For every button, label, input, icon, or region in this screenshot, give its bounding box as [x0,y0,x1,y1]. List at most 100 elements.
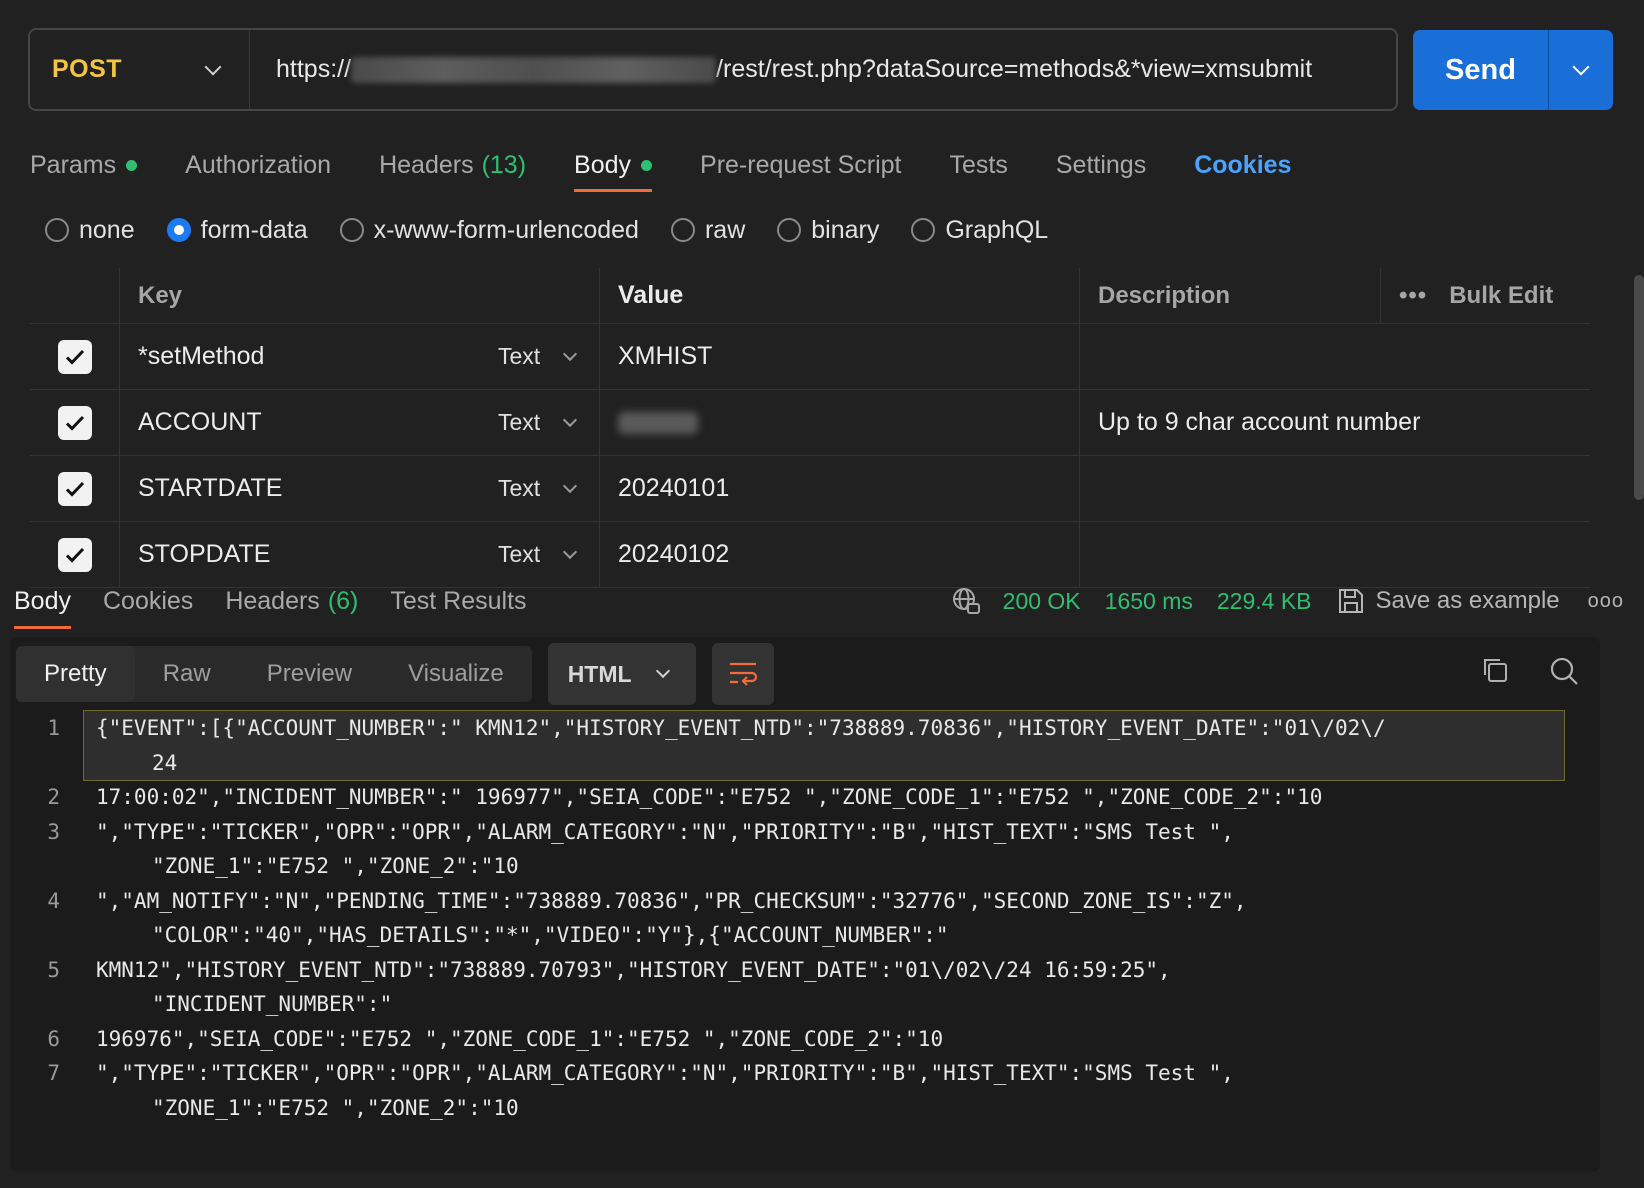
cookies-link[interactable]: Cookies [1194,140,1291,190]
response-code[interactable]: 1 {"EVENT":[{"ACCOUNT_NUMBER":" KMN12","H… [10,710,1600,1125]
code-line: 1 {"EVENT":[{"ACCOUNT_NUMBER":" KMN12","H… [10,710,1600,781]
tab-authorization[interactable]: Authorization [185,140,331,190]
save-icon[interactable] [1336,586,1366,616]
tab-headers[interactable]: Headers (13) [379,140,526,190]
description-cell[interactable]: Up to 9 char account number [1080,390,1590,455]
value-cell[interactable] [600,390,1080,455]
type-label: Text [498,409,541,435]
more-icon[interactable]: ooo [1588,590,1624,613]
tab-settings-label: Settings [1055,150,1147,179]
radio-form-data[interactable]: form-data [166,216,308,245]
type-select[interactable]: Text [480,456,600,521]
more-icon[interactable]: ••• [1399,282,1427,310]
code-line: 6 196976","SEIA_CODE":"E752 ","ZONE_CODE_… [10,1022,1600,1057]
key-cell[interactable]: ACCOUNT [120,390,480,455]
response-time[interactable]: 1650 ms [1105,588,1193,615]
radio-binary[interactable]: binary [777,216,879,245]
key-cell[interactable]: STARTDATE [120,456,480,521]
params-scrollbar[interactable] [1634,275,1644,500]
response-size[interactable]: 229.4 KB [1217,588,1312,615]
line-text: ","TYPE":"TICKER","OPR":"OPR","ALARM_CAT… [84,1056,1564,1125]
code-line: 7 ","TYPE":"TICKER","OPR":"OPR","ALARM_CA… [10,1056,1600,1125]
line-text: 17:00:02","INCIDENT_NUMBER":" 196977","S… [84,780,1564,815]
resp-tab-test-results[interactable]: Test Results [390,575,526,627]
globe-icon[interactable] [951,586,981,616]
column-header-value: Value [600,268,1080,323]
value-cell[interactable]: XMHIST [600,324,1080,389]
tab-prerequest-script[interactable]: Pre-request Script [700,140,901,190]
line-text-wrap: "ZONE_1":"E752 ","ZONE_2":"10 [152,1095,519,1120]
view-visualize[interactable]: Visualize [380,646,532,702]
tab-tests-label: Tests [949,150,1008,179]
line-number: 5 [47,957,60,982]
radio-circle [339,218,364,242]
resp-tab-cookies[interactable]: Cookies [103,575,193,627]
radio-urlencoded[interactable]: x-www-form-urlencoded [339,216,639,245]
radio-circle [777,218,802,242]
description-cell[interactable] [1080,324,1590,389]
copy-icon[interactable] [1480,655,1510,692]
key-cell[interactable]: *setMethod [120,324,480,389]
method-select[interactable]: POST [30,30,250,109]
row-checkbox-cell [30,456,120,521]
value-cell[interactable]: 20240101 [600,456,1080,521]
row-checkbox-cell [30,390,120,455]
radio-raw-label: raw [704,215,746,244]
line-text-main: 17:00:02","INCIDENT_NUMBER":" 196977","S… [96,785,1323,809]
bulk-edit-button[interactable]: Bulk Edit [1449,282,1553,310]
line-number: 2 [47,785,60,809]
line-text-main: 196976","SEIA_CODE":"E752 ","ZONE_CODE_1… [96,1026,944,1051]
type-select[interactable]: Text [480,390,600,455]
request-tabs: Params Authorization Headers (13) Body Pr… [30,140,1604,192]
checkbox-icon[interactable] [57,537,92,572]
send-button[interactable]: Send [1413,30,1549,110]
wrap-icon [729,662,757,686]
search-icon[interactable] [1548,655,1580,692]
table-header-row: Key Value Description ••• Bulk Edit [30,268,1590,324]
chevron-down-icon [1572,58,1590,76]
line-text-main: ","TYPE":"TICKER","OPR":"OPR","ALARM_CAT… [96,1061,1234,1085]
view-pretty[interactable]: Pretty [16,646,135,702]
checkbox-icon[interactable] [57,471,92,506]
tab-body[interactable]: Body [574,140,653,192]
table-row: *setMethod Text XMHIST [30,324,1590,390]
radio-circle-selected [166,218,191,242]
tab-params[interactable]: Params [30,140,138,190]
save-as-example-button[interactable]: Save as example [1376,587,1560,615]
send-options-button[interactable] [1549,58,1613,76]
code-line: 4 ","AM_NOTIFY":"N","PENDING_TIME":"73888… [10,884,1600,953]
tab-body-label: Body [574,150,632,179]
tab-authorization-label: Authorization [185,150,332,179]
checkbox-icon[interactable] [57,405,92,440]
line-text-wrap: "INCIDENT_NUMBER":" [152,992,393,1016]
checkbox-icon[interactable] [57,339,92,374]
code-line: 5 KMN12","HISTORY_EVENT_NTD":"738889.7079… [10,953,1600,1022]
resp-tab-body[interactable]: Body [14,575,71,629]
wrap-lines-button[interactable] [711,643,774,705]
response-tools [1480,655,1580,692]
type-select[interactable]: Text [480,324,600,389]
description-cell[interactable] [1080,456,1590,521]
chevron-down-icon [562,346,578,361]
url-input[interactable]: https:// /rest/rest.php?dataSource=metho… [250,55,1312,84]
view-raw[interactable]: Raw [135,646,239,702]
line-text: KMN12","HISTORY_EVENT_NTD":"738889.70793… [84,953,1564,1022]
chevron-down-icon [655,663,670,679]
view-preview[interactable]: Preview [239,646,380,702]
radio-none[interactable]: none [45,216,135,245]
table-row: STARTDATE Text 20240101 [30,456,1590,522]
line-text: ","AM_NOTIFY":"N","PENDING_TIME":"738889… [84,884,1564,953]
line-text: ","TYPE":"TICKER","OPR":"OPR","ALARM_CAT… [84,815,1564,884]
radio-none-label: none [79,215,135,244]
radio-graphql[interactable]: GraphQL [911,216,1048,245]
line-number: 7 [47,1061,60,1085]
language-select[interactable]: HTML [547,643,696,705]
status-code[interactable]: 200 OK [1003,588,1081,615]
resp-tab-headers[interactable]: Headers (6) [225,575,358,627]
line-text-main: ","AM_NOTIFY":"N","PENDING_TIME":"738889… [96,888,1247,913]
radio-raw[interactable]: raw [670,215,746,245]
redacted-value [618,411,698,434]
send-button-group: Send [1413,30,1613,110]
tab-settings[interactable]: Settings [1056,140,1146,190]
tab-tests[interactable]: Tests [950,140,1008,190]
